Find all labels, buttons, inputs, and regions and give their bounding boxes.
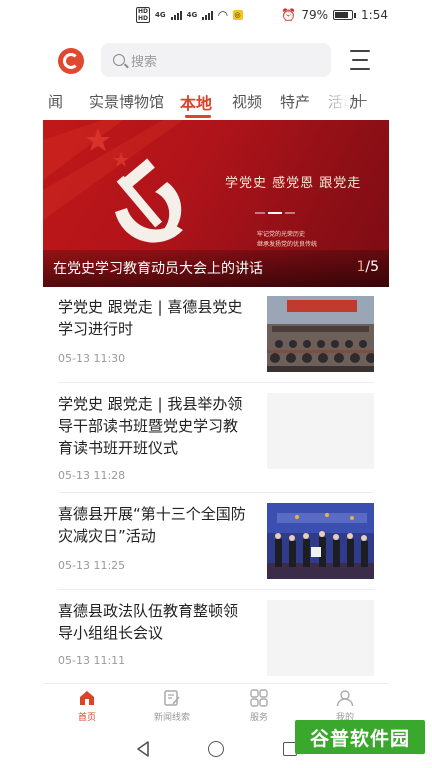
news-item[interactable]: 喜德县开展“第十三个全国防灾减灾日”活动 05-13 11:25: [58, 503, 374, 579]
tab-fade: [310, 86, 350, 118]
status-bar: HD HD 4G 4G ◠ ◎ ⏰ 79% 1:54: [0, 0, 432, 30]
watermark-logo: 谷普软件园: [295, 720, 425, 754]
signal-icon-2: [202, 10, 214, 20]
search-placeholder: 搜索: [131, 54, 158, 70]
user-icon: [336, 690, 354, 707]
tab-local[interactable]: 本地: [180, 90, 212, 114]
news-title[interactable]: 学党史 跟党走 | 喜德县党史学习进行时: [58, 296, 250, 340]
nav-home-label: 首页: [77, 713, 96, 723]
active-tab-indicator: [185, 115, 211, 118]
news-item[interactable]: 学党史 跟党走 | 喜德县党史学习进行时 05-13 11:30: [58, 296, 374, 372]
search-bar[interactable]: 搜索: [101, 43, 331, 77]
wifi-icon: ◠: [218, 8, 228, 22]
news-item[interactable]: 学党史 跟党走 | 我县举办领导干部读书班暨党史学习教育读书班开班仪式 05-1…: [58, 393, 374, 483]
news-item[interactable]: 喜德县政法队伍教育整顿领导小组组长会议 05-13 11:11: [58, 600, 374, 676]
banner-subtitle-1: 牢记党的光荣历史: [257, 231, 306, 238]
news-title[interactable]: 学党史 跟党走 | 我县举办领导干部读书班暨党史学习教育读书班开班仪式: [58, 393, 250, 459]
home-icon: [80, 691, 94, 705]
list-divider: [58, 492, 374, 493]
news-title[interactable]: 喜德县开展“第十三个全国防灾减灾日”活动: [58, 503, 250, 547]
banner-page-counter: 1/5: [356, 259, 379, 275]
nav-profile[interactable]: 我的: [315, 688, 375, 723]
tab-news[interactable]: 闻: [48, 91, 63, 112]
grid-icon: [250, 689, 268, 707]
news-title[interactable]: 喜德县政法队伍教育整顿领导小组组长会议: [58, 600, 250, 644]
meeting-photo: [267, 296, 374, 372]
notification-app-icon: ◎: [232, 10, 243, 20]
news-time: 05-13 11:30: [58, 352, 126, 365]
add-channel-button[interactable]: +: [352, 88, 369, 112]
nav-news-tips[interactable]: 新闻线索: [142, 688, 202, 723]
battery-icon: [333, 10, 357, 20]
edit-note-icon: [164, 690, 180, 706]
banner-caption: 在党史学习教育动员大会上的讲话: [53, 261, 263, 277]
news-time: 05-13 11:28: [58, 469, 126, 482]
home-circle-icon[interactable]: [208, 741, 224, 757]
app-logo-icon[interactable]: [58, 48, 84, 74]
hammer-sickle-icon: [115, 158, 183, 243]
app-header: 搜索: [0, 40, 432, 82]
menu-icon[interactable]: [350, 50, 370, 70]
status-right: ⏰ 79% 1:54: [281, 8, 388, 22]
list-divider: [58, 382, 374, 383]
banner-headline: 学党史 感党恩 跟党走: [225, 176, 362, 191]
back-triangle-icon[interactable]: [136, 741, 150, 757]
news-time: 05-13 11:25: [58, 559, 126, 572]
tab-specialty[interactable]: 特产: [280, 91, 310, 112]
status-left: HD HD 4G 4G ◠ ◎: [136, 7, 243, 23]
news-thumbnail[interactable]: [267, 393, 374, 469]
event-photo: [267, 503, 374, 579]
alarm-icon: ⏰: [281, 8, 297, 22]
banner-subtitle-2: 继承发扬党的优良传统: [257, 241, 318, 248]
list-divider: [58, 589, 374, 590]
banner-divider: [255, 212, 295, 214]
clock: 1:54: [361, 8, 388, 22]
news-thumbnail[interactable]: [267, 503, 374, 579]
nav-news-tips-label: 新闻线索: [153, 713, 190, 723]
banner-carousel[interactable]: 学党史 感党恩 跟党走 牢记党的光荣历史 继承发扬党的优良传统 在党史学习教育动…: [43, 120, 389, 287]
news-time: 05-13 11:11: [58, 654, 126, 667]
hd-badge: HD HD: [136, 7, 151, 23]
news-thumbnail[interactable]: [267, 296, 374, 372]
channel-tabs: 闻 实景博物馆 本地 视频 特产 活动 +: [0, 86, 432, 118]
tab-museum[interactable]: 实景博物馆: [89, 91, 164, 112]
search-icon: [113, 54, 125, 66]
network-label-2: 4G: [186, 11, 198, 19]
nav-services[interactable]: 服务: [229, 688, 289, 723]
battery-percent: 79%: [301, 8, 329, 22]
signal-icon: [170, 10, 182, 20]
tab-video[interactable]: 视频: [232, 91, 262, 112]
bottom-navigation: 首页 新闻线索 服务 我的: [43, 683, 389, 725]
nav-home[interactable]: 首页: [57, 688, 117, 723]
nav-services-label: 服务: [249, 713, 268, 723]
network-label-1: 4G: [155, 11, 166, 19]
news-thumbnail[interactable]: [267, 600, 374, 676]
